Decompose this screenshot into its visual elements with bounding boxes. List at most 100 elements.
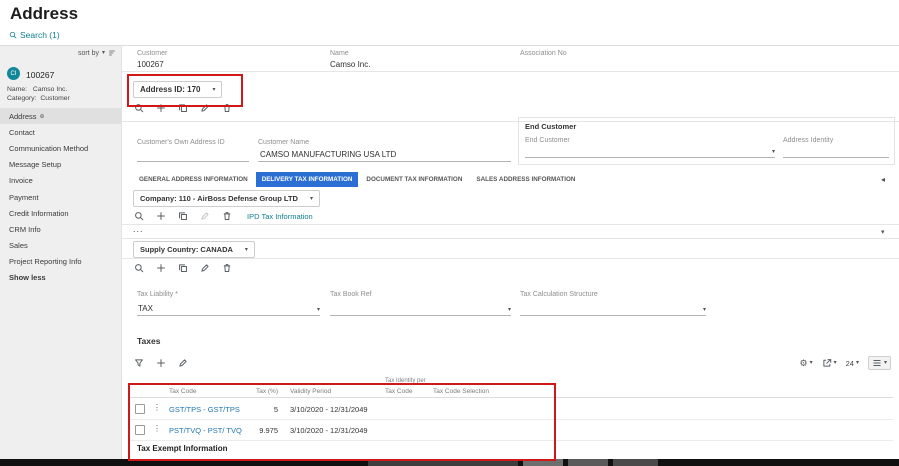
sidebar-item-crm-info[interactable]: CRM Info	[0, 221, 121, 237]
sidebar-item-payment[interactable]: Payment	[0, 189, 121, 205]
tax-code-link[interactable]: PST/TVQ - PST/ TVQ	[169, 426, 242, 435]
duplicate-icon[interactable]	[177, 210, 189, 222]
sidebar-item-message-setup[interactable]: Message Setup	[0, 157, 121, 173]
company-tax-toolbar: IPD Tax Information	[133, 209, 313, 223]
address-identity-label: Address Identity	[783, 137, 834, 144]
chevron-down-icon: ▾	[507, 307, 511, 313]
record-name-label: Name:	[7, 86, 28, 93]
tax-book-ref-select[interactable]: ▾	[330, 299, 511, 316]
sidebar-item-invoice[interactable]: Invoice	[0, 173, 121, 189]
association-no-label: Association No	[520, 50, 567, 57]
search-link[interactable]: Search (1)	[8, 30, 60, 40]
address-identity-field[interactable]	[783, 144, 889, 158]
chevron-down-icon: ▾	[244, 246, 248, 253]
sidebar-item-credit-information[interactable]: Credit Information	[0, 205, 121, 221]
duplicate-icon[interactable]	[177, 262, 189, 274]
chevron-down-icon: ▾	[702, 307, 706, 313]
tabs-scroll-left-icon[interactable]: ◂	[881, 175, 885, 184]
add-icon[interactable]	[155, 262, 167, 274]
sidebar-item-label: Invoice	[9, 176, 33, 186]
delete-icon[interactable]	[221, 102, 233, 114]
column-tax-pct[interactable]: Tax (%)	[235, 388, 278, 395]
sidebar-item-label: Communication Method	[9, 143, 89, 153]
tab-document-tax-information[interactable]: DOCUMENT TAX INFORMATION	[360, 172, 469, 187]
sidebar-item-contact[interactable]: Contact	[0, 124, 121, 140]
chevron-down-icon: ▾	[883, 360, 887, 366]
tab-general-address-information[interactable]: GENERAL ADDRESS INFORMATION	[133, 172, 254, 187]
add-icon[interactable]	[155, 357, 167, 369]
sidebar-item-label: CRM Info	[9, 224, 41, 234]
delete-icon[interactable]	[221, 210, 233, 222]
search-icon[interactable]	[133, 210, 145, 222]
address-id-value: Address ID: 170	[140, 85, 201, 94]
sort-by-control[interactable]: sort by ▾	[78, 49, 116, 57]
search-icon	[8, 31, 17, 40]
edit-icon	[199, 210, 211, 222]
collapse-chevron-icon[interactable]: ▾	[881, 229, 885, 236]
tab-sales-address-information[interactable]: SALES ADDRESS INFORMATION	[470, 172, 582, 187]
search-link-label: Search (1)	[20, 30, 60, 40]
search-icon[interactable]	[133, 262, 145, 274]
chevron-down-icon: ▾	[309, 195, 313, 202]
column-tax-code[interactable]: Tax Code	[169, 388, 196, 395]
column-tax-code-selection[interactable]: Tax Code Selection	[433, 388, 489, 395]
supply-country-dropdown[interactable]: Supply Country: CANADA ▾	[133, 241, 255, 258]
duplicate-icon[interactable]	[177, 102, 189, 114]
avatar: CI	[7, 67, 20, 80]
sidebar-item-sales[interactable]: Sales	[0, 238, 121, 254]
sidebar-item-address[interactable]: Address ⊕	[0, 108, 121, 125]
address-id-dropdown[interactable]: Address ID: 170 ▾	[133, 81, 223, 98]
row-checkbox[interactable]	[135, 425, 145, 435]
taskbar-segment	[368, 459, 518, 466]
chevron-down-icon: ▾	[101, 50, 105, 56]
view-mode-selector[interactable]: ▾	[867, 356, 891, 370]
edit-icon[interactable]	[177, 357, 189, 369]
tax-calculation-structure-select[interactable]: ▾	[520, 299, 706, 316]
table-row[interactable]: ⋮ GST/TPS - GST/TPS 5 3/10/2020 - 12/31/…	[128, 398, 893, 420]
address-page: Address Search (1) sort by ▾ CI 100267 N…	[0, 0, 899, 466]
own-address-id-label: Customer's Own Address ID	[137, 139, 225, 146]
table-row[interactable]: ⋮ PST/TVQ - PST/ TVQ 9.975 3/10/2020 - 1…	[128, 419, 893, 441]
delete-icon[interactable]	[221, 262, 233, 274]
section-divider	[121, 238, 899, 239]
address-toolbar	[133, 101, 233, 115]
record-badge-icon: ⊕	[39, 113, 45, 120]
row-menu-icon[interactable]: ⋮	[153, 425, 161, 433]
filter-icon[interactable]	[133, 357, 145, 369]
customer-name-field[interactable]: CAMSO MANUFACTURING USA LTD	[258, 146, 511, 162]
edit-icon[interactable]	[199, 262, 211, 274]
customer-label: Customer	[137, 50, 168, 57]
add-icon[interactable]	[155, 102, 167, 114]
end-customer-select[interactable]: ▾	[525, 144, 775, 158]
taxes-toolbar	[133, 356, 189, 370]
own-address-id-field[interactable]	[137, 146, 249, 162]
edit-icon[interactable]	[199, 102, 211, 114]
sidebar-item-label: Message Setup	[9, 160, 62, 170]
row-checkbox[interactable]	[135, 404, 145, 414]
add-icon[interactable]	[155, 210, 167, 222]
more-indicator[interactable]: ...	[133, 224, 144, 234]
sidebar-item-project-reporting-info[interactable]: Project Reporting Info	[0, 254, 121, 270]
page-size-selector[interactable]: 24 ▾	[846, 359, 859, 368]
sidebar: sort by ▾ CI 100267 Name: Camso Inc. Cat…	[0, 46, 122, 459]
tax-liability-select[interactable]: TAX ▾	[137, 299, 320, 316]
column-validity-period[interactable]: Validity Period	[290, 388, 331, 395]
tax-code-link[interactable]: GST/TPS - GST/TPS	[169, 405, 240, 414]
row-menu-icon[interactable]: ⋮	[153, 404, 161, 412]
sidebar-item-label: Credit Information	[9, 208, 69, 218]
taskbar-segment	[523, 459, 563, 466]
sidebar-item-communication-method[interactable]: Communication Method	[0, 140, 121, 156]
tax-pct-cell: 5	[273, 405, 278, 414]
ipd-tax-information-link[interactable]: IPD Tax Information	[247, 212, 313, 221]
sidebar-item-show-less[interactable]: Show less	[0, 270, 121, 286]
taskbar-segment	[568, 459, 608, 466]
export-control[interactable]: ▾	[822, 358, 837, 368]
table-settings-gear[interactable]: ⚙ ▾	[800, 358, 813, 368]
company-dropdown[interactable]: Company: 110 - AirBoss Defense Group LTD…	[133, 190, 320, 207]
sidebar-item-label: Address	[9, 111, 37, 121]
tab-delivery-tax-information[interactable]: DELIVERY TAX INFORMATION	[255, 172, 359, 187]
section-divider	[121, 224, 899, 225]
search-icon[interactable]	[133, 102, 145, 114]
chevron-down-icon: ▾	[809, 360, 813, 366]
column-identity-tax-code[interactable]: Tax Code	[385, 388, 412, 395]
